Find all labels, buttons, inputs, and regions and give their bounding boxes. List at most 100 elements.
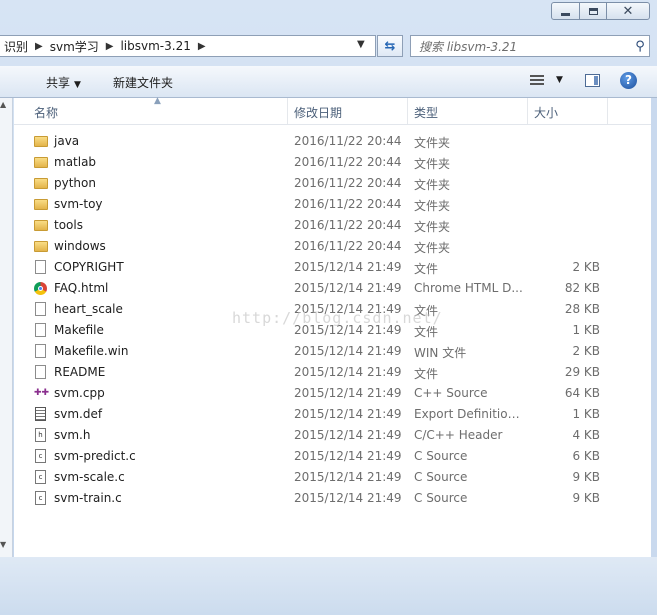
file-name: FAQ.html [54, 281, 109, 295]
maximize-button[interactable] [579, 2, 607, 20]
column-header: ▲ 名称 修改日期 类型 大小 [14, 96, 651, 125]
file-name: svm-scale.c [54, 470, 125, 484]
file-row[interactable]: svm.def 2015/12/14 21:49 Export Definition… [14, 404, 651, 425]
file-row[interactable]: README 2015/12/14 21:49 文件 29 KB [14, 362, 651, 383]
file-date: 2016/11/22 20:44 [294, 134, 402, 148]
breadcrumb-item[interactable]: libsvm-3.21 [116, 39, 194, 53]
file-type: 文件 [414, 367, 439, 381]
file-row[interactable]: COPYRIGHT 2015/12/14 21:49 文件 2 KB [14, 257, 651, 278]
breadcrumb-item[interactable]: svm学习 [46, 38, 103, 55]
file-date: 2016/11/22 20:44 [294, 218, 402, 232]
file-type: 文件夹 [414, 157, 451, 171]
file-row[interactable]: java 2016/11/22 20:44 文件夹 [14, 131, 651, 152]
chevron-right-icon[interactable]: ▶ [32, 41, 46, 52]
sort-ascending-icon: ▲ [154, 96, 161, 106]
file-icon [34, 260, 48, 275]
file-size: 2 KB [572, 344, 600, 358]
file-name: Makefile [54, 323, 104, 337]
minimize-button[interactable] [551, 2, 580, 20]
column-divider[interactable] [407, 98, 408, 124]
close-icon: ✕ [622, 3, 634, 19]
file-row[interactable]: svm-toy 2016/11/22 20:44 文件夹 [14, 194, 651, 215]
file-date: 2016/11/22 20:44 [294, 155, 402, 169]
file-date: 2015/12/14 21:49 [294, 260, 402, 274]
header-icon: h [34, 428, 48, 443]
file-row[interactable]: Makefile.win 2015/12/14 21:49 WIN 文件 2 KB [14, 341, 651, 362]
file-size: 1 KB [572, 407, 600, 421]
preview-pane-icon[interactable] [585, 74, 600, 87]
window-border [651, 98, 657, 557]
file-row[interactable]: c svm-scale.c 2015/12/14 21:49 C Source 9 KB [14, 467, 651, 488]
chevron-right-icon[interactable]: ▶ [103, 41, 117, 52]
file-date: 2015/12/14 21:49 [294, 428, 402, 442]
folder-icon [34, 218, 48, 233]
help-icon[interactable]: ? [620, 72, 637, 89]
refresh-button[interactable]: ⇆ [377, 35, 403, 57]
file-row[interactable]: python 2016/11/22 20:44 文件夹 [14, 173, 651, 194]
c-icon: c [34, 449, 48, 464]
breadcrumb-item[interactable]: 识别 [0, 38, 32, 55]
file-name: Makefile.win [54, 344, 129, 358]
details-pane [0, 557, 657, 615]
view-options-icon[interactable] [530, 75, 544, 87]
chevron-right-icon[interactable]: ▶ [195, 41, 209, 52]
watermark: http://blog.csdn.net/ [232, 309, 443, 327]
search-input[interactable]: 搜索 libsvm-3.21 [411, 38, 631, 55]
navigation-pane[interactable] [0, 98, 13, 557]
file-row[interactable]: c svm-train.c 2015/12/14 21:49 C Source 9 KB [14, 488, 651, 509]
file-date: 2015/12/14 21:49 [294, 470, 402, 484]
column-size[interactable]: 大小 [534, 104, 558, 121]
column-type[interactable]: 类型 [414, 104, 438, 121]
column-divider[interactable] [527, 98, 528, 124]
close-button[interactable]: ✕ [606, 2, 650, 20]
file-name: svm-train.c [54, 491, 122, 505]
search-box[interactable]: 搜索 libsvm-3.21 ⚲ [410, 35, 650, 57]
new-folder-button[interactable]: 新建文件夹 [113, 74, 173, 91]
file-name: matlab [54, 155, 97, 169]
address-bar[interactable]: 识别 ▶ svm学习 ▶ libsvm-3.21 ▶ ▼ [0, 35, 376, 57]
file-date: 2015/12/14 21:49 [294, 281, 402, 295]
file-type: Export Definition... [414, 407, 526, 421]
share-button[interactable]: 共享 ▼ [46, 74, 81, 91]
file-size: 64 KB [564, 386, 600, 400]
file-name: COPYRIGHT [54, 260, 124, 274]
file-row[interactable]: c svm-predict.c 2015/12/14 21:49 C Source 6 … [14, 446, 651, 467]
file-row[interactable]: ✚✚ svm.cpp 2015/12/14 21:49 C++ Source 64 KB [14, 383, 651, 404]
file-type: C++ Source [414, 386, 488, 400]
explorer-window: ✕ 识别 ▶ svm学习 ▶ libsvm-3.21 ▶ ▼ ⇆ 搜索 libs… [0, 0, 657, 615]
file-date: 2015/12/14 21:49 [294, 344, 402, 358]
refresh-icon: ⇆ [384, 38, 396, 54]
file-size: 6 KB [572, 449, 600, 463]
chevron-down-icon[interactable]: ▼ [357, 39, 365, 50]
column-name[interactable]: 名称 [34, 104, 58, 121]
column-divider[interactable] [287, 98, 288, 124]
search-icon[interactable]: ⚲ [631, 39, 649, 54]
column-divider[interactable] [607, 98, 608, 124]
file-size: 9 KB [572, 470, 600, 484]
file-row[interactable]: h svm.h 2015/12/14 21:49 C/C++ Header 4 KB [14, 425, 651, 446]
file-size: 82 KB [564, 281, 600, 295]
c-icon: c [34, 491, 48, 506]
scroll-up-icon[interactable]: ▲ [0, 100, 6, 109]
column-date[interactable]: 修改日期 [294, 104, 342, 121]
file-size: 4 KB [572, 428, 600, 442]
file-date: 2016/11/22 20:44 [294, 239, 402, 253]
folder-icon [34, 197, 48, 212]
file-type: 文件夹 [414, 178, 451, 192]
chevron-down-icon[interactable]: ▼ [556, 75, 563, 85]
file-type: Chrome HTML D... [414, 281, 523, 295]
file-type: WIN 文件 [414, 346, 467, 360]
file-row[interactable]: FAQ.html 2015/12/14 21:49 Chrome HTML D...… [14, 278, 651, 299]
folder-icon [34, 239, 48, 254]
scroll-down-icon[interactable]: ▼ [0, 540, 6, 549]
file-row[interactable]: windows 2016/11/22 20:44 文件夹 [14, 236, 651, 257]
folder-icon [34, 176, 48, 191]
file-name: svm.h [54, 428, 91, 442]
def-icon [34, 407, 48, 422]
share-label: 共享 [46, 76, 71, 90]
file-row[interactable]: tools 2016/11/22 20:44 文件夹 [14, 215, 651, 236]
folder-icon [34, 134, 48, 149]
file-icon [34, 323, 48, 338]
file-row[interactable]: matlab 2016/11/22 20:44 文件夹 [14, 152, 651, 173]
file-type: C Source [414, 491, 468, 505]
